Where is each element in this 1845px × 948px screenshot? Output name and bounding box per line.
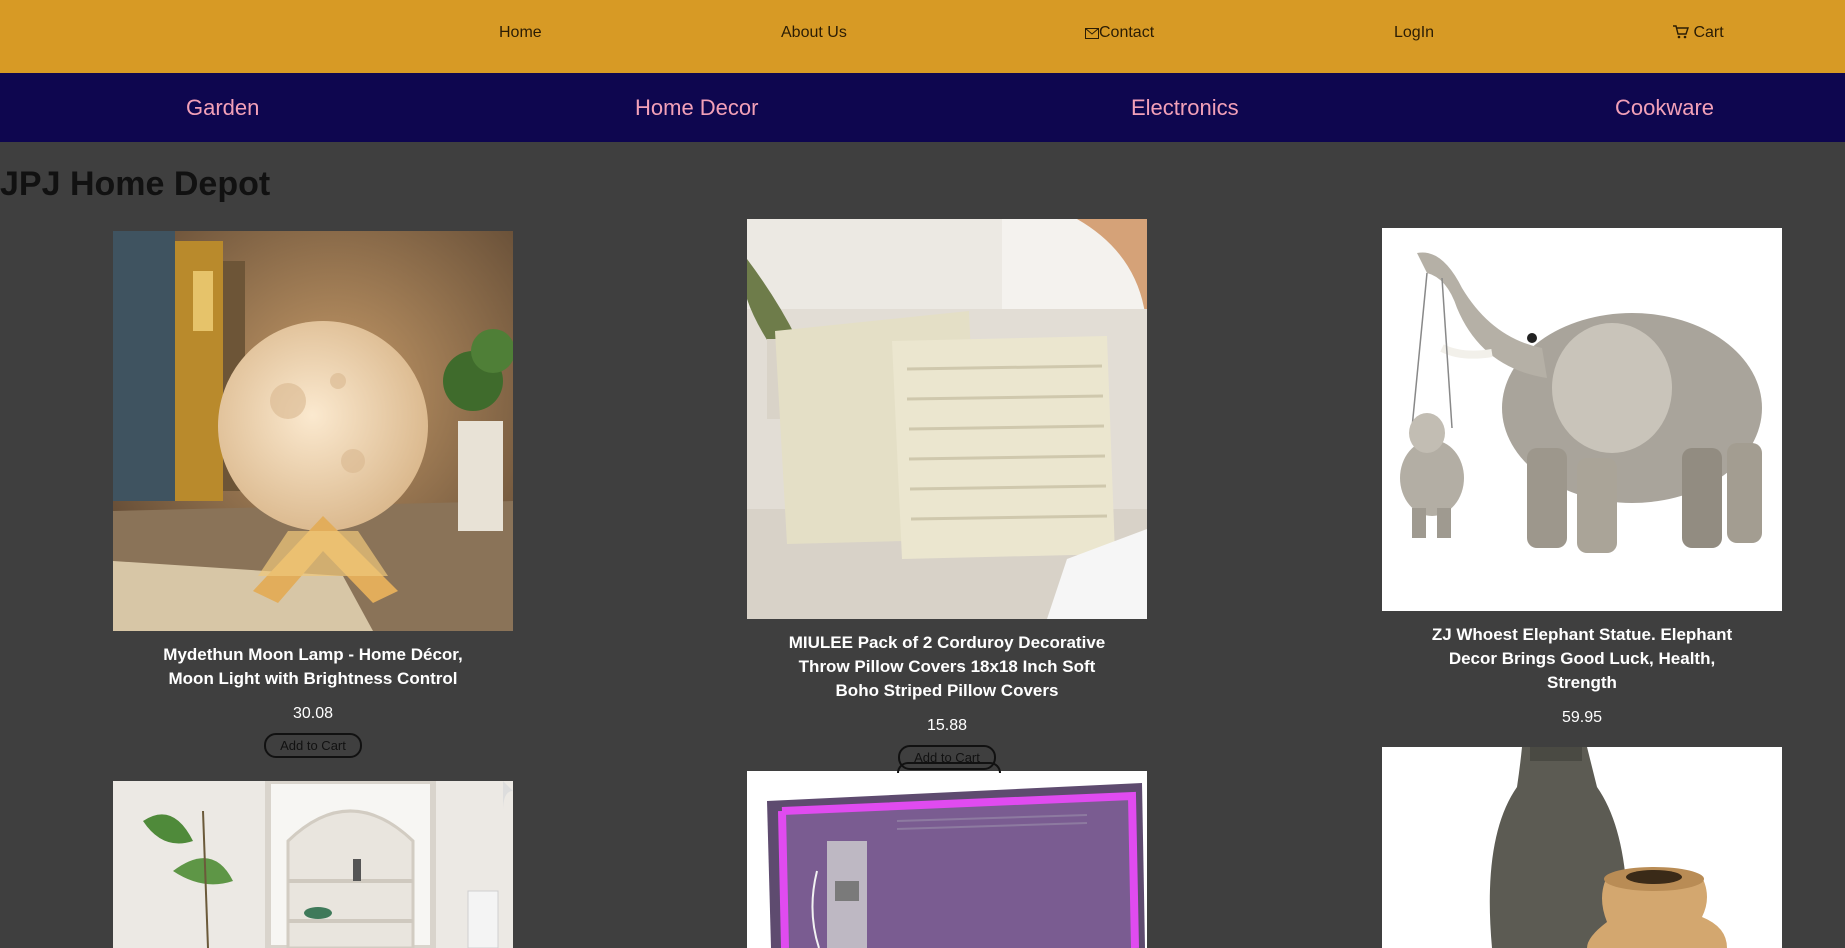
category-cookware-link[interactable]: Cookware	[1615, 95, 1714, 121]
nav-about-link[interactable]: About Us	[781, 24, 847, 42]
category-home-decor-link[interactable]: Home Decor	[635, 95, 758, 121]
nav-cart-link[interactable]: Cart	[1673, 24, 1724, 42]
product-name[interactable]: MIULEE Pack of 2 Corduroy Decorative Thr…	[782, 631, 1112, 703]
nav-login-link[interactable]: LogIn	[1394, 24, 1434, 42]
product-name[interactable]: Mydethun Moon Lamp - Home Décor, Moon Li…	[148, 643, 478, 691]
product-price: 59.95	[1561, 709, 1603, 726]
product-image-shelf-decor[interactable]	[113, 781, 513, 948]
product-image-moon-lamp[interactable]	[113, 231, 513, 631]
category-nav-bar: Garden Home Decor Electronics Cookware	[0, 73, 1845, 142]
product-price: 30.08	[292, 705, 334, 722]
top-nav-bar: Home About Us Contact LogIn Cart	[0, 0, 1845, 73]
envelope-icon	[1085, 24, 1099, 41]
product-image-led-tv-backlight[interactable]	[747, 771, 1147, 948]
cart-icon	[1673, 24, 1689, 41]
product-image-pillow-covers[interactable]	[747, 219, 1147, 619]
product-image-elephant-statue[interactable]	[1382, 228, 1782, 611]
product-name[interactable]: ZJ Whoest Elephant Statue. Elephant Deco…	[1417, 623, 1747, 695]
category-electronics-link[interactable]: Electronics	[1131, 95, 1239, 121]
product-image-ceramic-vases[interactable]	[1382, 747, 1782, 948]
add-to-cart-button-partial[interactable]	[897, 762, 1001, 773]
product-card	[113, 781, 513, 948]
product-card	[747, 771, 1147, 948]
category-garden-link[interactable]: Garden	[186, 95, 259, 121]
nav-contact-link[interactable]: Contact	[1085, 24, 1154, 42]
page-title: JPJ Home Depot	[0, 165, 271, 203]
nav-cart-label: Cart	[1693, 24, 1724, 41]
product-card: MIULEE Pack of 2 Corduroy Decorative Thr…	[747, 219, 1147, 770]
product-card: Mydethun Moon Lamp - Home Décor, Moon Li…	[113, 231, 513, 758]
add-to-cart-button[interactable]: Add to Cart	[264, 733, 362, 758]
product-card	[1382, 747, 1782, 948]
product-card: ZJ Whoest Elephant Statue. Elephant Deco…	[1382, 228, 1782, 727]
nav-contact-label: Contact	[1099, 24, 1155, 41]
nav-home-link[interactable]: Home	[499, 24, 542, 42]
product-price: 15.88	[926, 717, 968, 734]
